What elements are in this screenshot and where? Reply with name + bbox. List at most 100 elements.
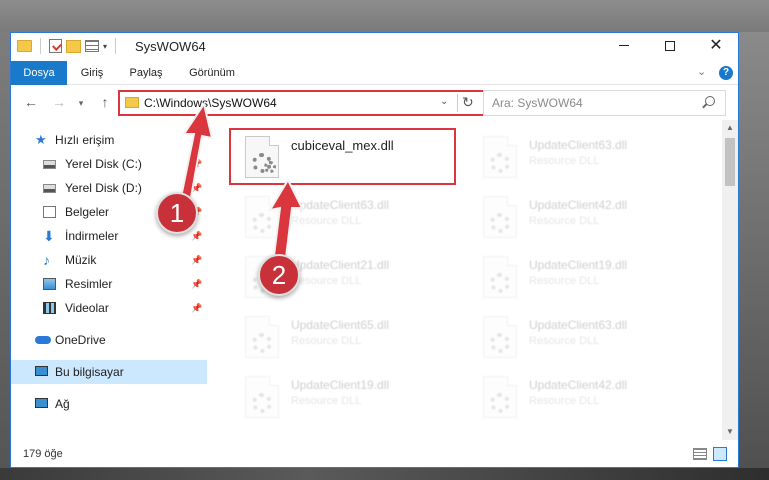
sidebar-item-label: Videolar bbox=[65, 301, 109, 315]
dll-file-icon bbox=[245, 316, 279, 358]
tab-file[interactable]: Dosya bbox=[11, 61, 67, 85]
dll-file-icon bbox=[483, 256, 517, 298]
dll-file-icon bbox=[483, 196, 517, 238]
sidebar-item-videos[interactable]: Videolar 📌 bbox=[11, 296, 207, 320]
sidebar-item-label: OneDrive bbox=[55, 333, 106, 347]
file-type: Resource DLL bbox=[529, 155, 600, 167]
folder-icon bbox=[125, 97, 139, 108]
sidebar-item-local-disk-c[interactable]: Yerel Disk (C:) 📌 bbox=[11, 152, 207, 176]
file-type: Resource DLL bbox=[291, 215, 362, 227]
help-icon[interactable]: ? bbox=[719, 66, 733, 80]
expand-ribbon-chevron-icon[interactable]: ⌄ bbox=[697, 65, 706, 78]
pin-icon[interactable]: 📌 bbox=[191, 248, 202, 272]
file-item[interactable]: UpdateClient63.dll Resource DLL bbox=[231, 188, 461, 244]
address-path[interactable]: C:\Windows\SysWOW64 bbox=[144, 96, 277, 110]
file-item[interactable]: UpdateClient19.dll Resource DLL bbox=[469, 248, 699, 304]
forward-arrow-icon[interactable]: → bbox=[49, 94, 69, 110]
cloud-icon bbox=[35, 336, 51, 344]
sidebar-item-label: Bu bilgisayar bbox=[55, 365, 124, 379]
desktop-background-top bbox=[0, 0, 769, 32]
minimize-icon bbox=[619, 45, 629, 47]
pin-icon[interactable]: 📌 bbox=[191, 272, 202, 296]
vertical-scrollbar[interactable]: ▲ ▼ bbox=[722, 120, 738, 440]
sidebar-item-label: Resimler bbox=[65, 277, 113, 291]
scroll-up-icon[interactable]: ▲ bbox=[722, 120, 738, 136]
sidebar-item-network[interactable]: Ağ bbox=[11, 392, 207, 416]
tab-home[interactable]: Giriş bbox=[73, 61, 111, 85]
desktop-background-bottom bbox=[0, 468, 769, 480]
up-arrow-icon[interactable]: ↑ bbox=[95, 94, 115, 110]
documents-icon bbox=[43, 206, 56, 218]
address-history-chevron-icon[interactable]: ⌄ bbox=[440, 96, 448, 107]
customize-toolbar-chevron-icon[interactable]: ▾ bbox=[103, 42, 107, 51]
file-item[interactable]: UpdateClient42.dll Resource DLL bbox=[469, 368, 699, 424]
search-box[interactable]: Ara: SysWOW64 bbox=[483, 90, 726, 116]
file-type: Resource DLL bbox=[529, 395, 600, 407]
maximize-icon bbox=[665, 40, 675, 51]
sidebar-item-music[interactable]: ♪ Müzik 📌 bbox=[11, 248, 207, 272]
sidebar-item-label: İndirmeler bbox=[65, 229, 119, 243]
file-name: UpdateClient19.dll bbox=[291, 378, 390, 392]
scroll-down-icon[interactable]: ▼ bbox=[722, 424, 738, 440]
file-item[interactable]: UpdateClient65.dll Resource DLL bbox=[231, 308, 461, 364]
gear-icon bbox=[490, 153, 510, 173]
back-arrow-icon[interactable]: ← bbox=[21, 94, 41, 110]
step-1-badge: 1 bbox=[156, 192, 198, 234]
scrollbar-thumb[interactable] bbox=[725, 138, 735, 186]
file-type: Resource DLL bbox=[291, 275, 362, 287]
close-button[interactable]: ✕ bbox=[693, 33, 738, 61]
file-item[interactable]: UpdateClient63.dll Resource DLL bbox=[469, 308, 699, 364]
file-name: UpdateClient63.dll bbox=[529, 138, 628, 152]
address-bar[interactable]: C:\Windows\SysWOW64 ⌄ ↻ bbox=[118, 90, 501, 116]
file-explorer-window: ▾ SysWOW64 ✕ Dosya Giriş Paylaş Görünüm … bbox=[10, 32, 739, 468]
minimize-button[interactable] bbox=[601, 33, 647, 61]
file-name: UpdateClient65.dll bbox=[291, 318, 390, 332]
gear-icon bbox=[490, 333, 510, 353]
new-folder-icon[interactable] bbox=[66, 39, 81, 53]
sidebar-item-quick-access[interactable]: ★ Hızlı erişim bbox=[11, 128, 207, 152]
toolbar-divider bbox=[40, 38, 41, 54]
dll-file-icon bbox=[483, 376, 517, 418]
file-name: UpdateClient63.dll bbox=[529, 318, 628, 332]
dll-file-icon bbox=[245, 376, 279, 418]
dll-file-icon bbox=[483, 316, 517, 358]
sidebar-item-label: Ağ bbox=[55, 397, 70, 411]
file-item[interactable]: UpdateClient42.dll Resource DLL bbox=[469, 188, 699, 244]
file-type: Resource DLL bbox=[291, 395, 362, 407]
gear-icon bbox=[252, 333, 272, 353]
network-icon bbox=[35, 398, 48, 408]
sidebar-item-pictures[interactable]: Resimler 📌 bbox=[11, 272, 207, 296]
drive-icon bbox=[43, 184, 56, 193]
pin-icon[interactable]: 📌 bbox=[191, 152, 202, 176]
sidebar-item-onedrive[interactable]: OneDrive bbox=[11, 328, 207, 352]
videos-icon bbox=[43, 302, 56, 314]
pin-icon[interactable]: 📌 bbox=[191, 296, 202, 320]
file-item[interactable]: UpdateClient63.dll Resource DLL bbox=[469, 128, 699, 184]
sidebar-item-this-pc[interactable]: Bu bilgisayar bbox=[11, 360, 207, 384]
dll-file-icon bbox=[483, 136, 517, 178]
file-item[interactable]: UpdateClient19.dll Resource DLL bbox=[231, 368, 461, 424]
refresh-icon[interactable]: ↻ bbox=[462, 94, 474, 111]
recent-locations-chevron-icon[interactable]: ▾ bbox=[71, 98, 91, 109]
pin-icon[interactable]: 📌 bbox=[191, 176, 202, 200]
maximize-button[interactable] bbox=[647, 33, 693, 61]
details-view-icon[interactable] bbox=[693, 448, 707, 460]
tab-view[interactable]: Görünüm bbox=[181, 61, 243, 85]
file-name: UpdateClient42.dll bbox=[529, 198, 628, 212]
pin-icon[interactable]: 📌 bbox=[191, 224, 202, 248]
desktop-background-right bbox=[739, 32, 769, 468]
properties-icon[interactable] bbox=[49, 39, 62, 53]
gear-icon bbox=[490, 393, 510, 413]
sidebar-item-label: Yerel Disk (D:) bbox=[65, 181, 142, 195]
tab-share[interactable]: Paylaş bbox=[123, 61, 169, 85]
search-icon[interactable] bbox=[705, 96, 715, 106]
view-options-icon[interactable] bbox=[85, 40, 99, 52]
sidebar-item-label: Yerel Disk (C:) bbox=[65, 157, 142, 171]
music-icon: ♪ bbox=[43, 252, 50, 268]
sidebar-item-label: Hızlı erişim bbox=[55, 133, 115, 147]
quick-access-toolbar: ▾ bbox=[17, 38, 120, 54]
large-icons-view-icon[interactable] bbox=[713, 447, 727, 461]
sidebar-item-label: Müzik bbox=[65, 253, 97, 267]
drive-icon bbox=[43, 160, 56, 169]
file-type: Resource DLL bbox=[291, 335, 362, 347]
